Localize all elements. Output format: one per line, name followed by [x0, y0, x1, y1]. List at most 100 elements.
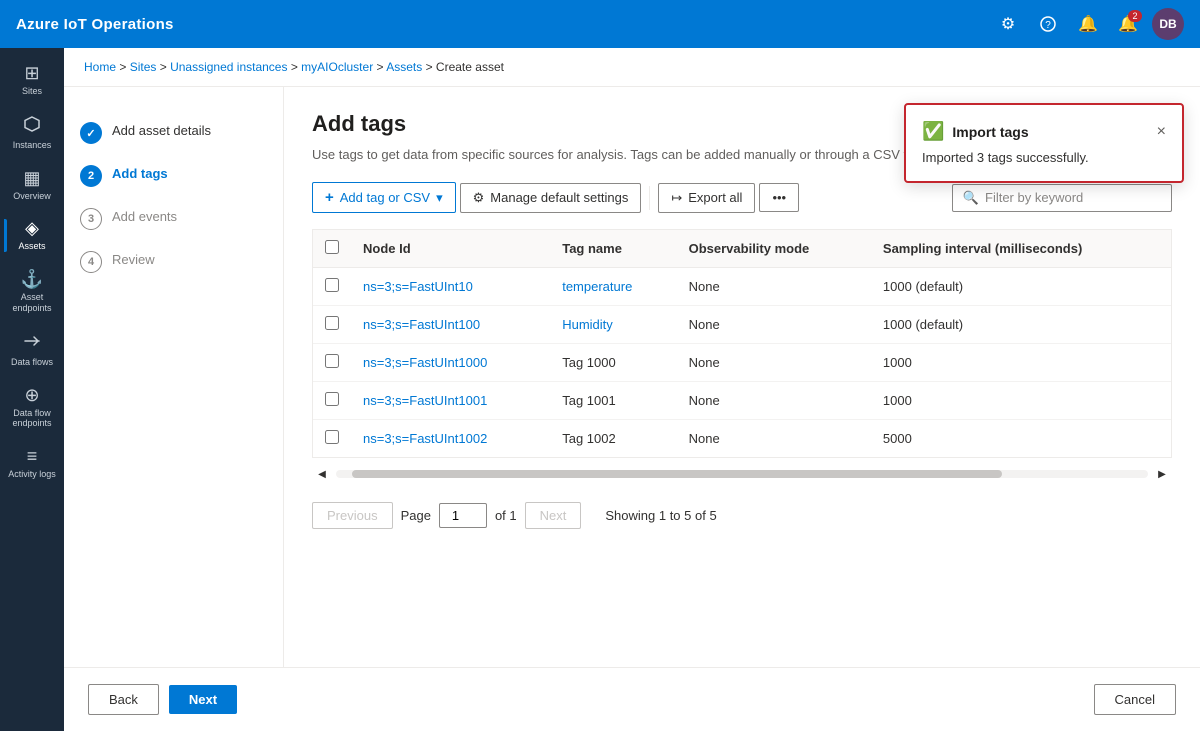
sidebar-label-instances: Instances [13, 140, 52, 151]
notification-count-icon[interactable]: 🔔2 [1112, 8, 1144, 40]
notification-badge: 2 [1128, 10, 1142, 22]
table-row: ns=3;s=FastUInt100 Humidity None 1000 (d… [313, 306, 1171, 344]
scroll-track[interactable] [336, 470, 1148, 478]
sidebar-label-activity-logs: Activity logs [8, 469, 56, 480]
breadcrumb-home[interactable]: Home [84, 60, 116, 74]
app-title: Azure IoT Operations [16, 16, 992, 33]
breadcrumb-sites[interactable]: Sites [130, 60, 157, 74]
tag-name-link-1[interactable]: Humidity [562, 317, 613, 332]
data-flow-endpoints-icon: ⊕ [24, 386, 39, 404]
next-button-bottom[interactable]: Next [169, 685, 237, 714]
filter-input[interactable] [985, 190, 1161, 205]
toast-close-button[interactable]: × [1157, 124, 1166, 140]
row-checkbox-0[interactable] [325, 278, 339, 292]
step-add-tags[interactable]: 2 Add tags [80, 154, 267, 197]
overview-icon: ▦ [23, 169, 40, 187]
node-id-link-2[interactable]: ns=3;s=FastUInt1000 [363, 355, 487, 370]
table-header-row: Node Id Tag name Observability mode Samp… [313, 230, 1171, 268]
previous-button[interactable]: Previous [312, 502, 393, 529]
step-circle-4: 4 [80, 251, 102, 273]
export-icon: ↦ [671, 190, 682, 206]
breadcrumb-unassigned-instances[interactable]: Unassigned instances [170, 60, 287, 74]
sidebar-item-data-flow-endpoints[interactable]: ⊕ Data flow endpoints [4, 378, 60, 438]
sidebar-item-sites[interactable]: ⊞ Sites [4, 56, 60, 105]
step-add-events[interactable]: 3 Add events [80, 197, 267, 240]
manage-settings-button[interactable]: ⚙ Manage default settings [460, 183, 642, 213]
row-tag-name: Humidity [550, 306, 676, 344]
node-id-link-1[interactable]: ns=3;s=FastUInt100 [363, 317, 480, 332]
step-label-4: Review [112, 250, 155, 267]
topbar-icons: ⚙ ? 🔔 🔔2 DB [992, 8, 1184, 40]
row-node-id: ns=3;s=FastUInt1002 [351, 420, 550, 458]
pagination: Previous Page of 1 Next Showing 1 to 5 o… [312, 502, 1172, 529]
topbar: Azure IoT Operations ⚙ ? 🔔 🔔2 DB [0, 0, 1200, 48]
more-icon: ••• [772, 190, 786, 205]
breadcrumb-assets[interactable]: Assets [386, 60, 422, 74]
tags-table: Node Id Tag name Observability mode Samp… [313, 230, 1171, 457]
toast-title: Import tags [952, 124, 1148, 140]
table-row: ns=3;s=FastUInt1002 Tag 1002 None 5000 [313, 420, 1171, 458]
row-sampling-interval: 5000 [871, 420, 1171, 458]
breadcrumb: Home > Sites > Unassigned instances > my… [64, 48, 1200, 87]
breadcrumb-create-asset: Create asset [436, 60, 504, 74]
row-tag-name: Tag 1000 [550, 344, 676, 382]
row-sampling-interval: 1000 [871, 382, 1171, 420]
row-tag-name: temperature [550, 268, 676, 306]
export-all-label: Export all [688, 190, 742, 205]
manage-settings-label: Manage default settings [490, 190, 628, 205]
row-checkbox-4[interactable] [325, 430, 339, 444]
row-checkbox-cell [313, 420, 351, 458]
row-tag-name: Tag 1002 [550, 420, 676, 458]
step-add-asset-details[interactable]: ✓ Add asset details [80, 111, 267, 154]
settings-icon[interactable]: ⚙ [992, 8, 1024, 40]
sidebar-item-overview[interactable]: ▦ Overview [4, 161, 60, 210]
page-input[interactable] [439, 503, 487, 528]
row-checkbox-cell [313, 382, 351, 420]
activity-logs-icon: ≡ [27, 447, 38, 465]
sidebar: ⊞ Sites Instances ▦ Overview ◈ Assets ⚓ … [0, 48, 64, 731]
table-row: ns=3;s=FastUInt1001 Tag 1001 None 1000 [313, 382, 1171, 420]
row-observability-mode: None [677, 344, 871, 382]
sidebar-item-assets[interactable]: ◈ Assets [4, 211, 60, 260]
wizard-steps: ✓ Add asset details 2 Add tags 3 Add eve… [64, 87, 284, 667]
row-checkbox-1[interactable] [325, 316, 339, 330]
node-id-link-4[interactable]: ns=3;s=FastUInt1002 [363, 431, 487, 446]
breadcrumb-cluster[interactable]: myAIOcluster [301, 60, 373, 74]
assets-icon: ◈ [25, 219, 39, 237]
add-tag-csv-button[interactable]: + Add tag or CSV ▾ [312, 182, 456, 213]
node-id-link-0[interactable]: ns=3;s=FastUInt10 [363, 279, 473, 294]
export-all-button[interactable]: ↦ Export all [658, 183, 755, 213]
help-icon[interactable]: ? [1032, 8, 1064, 40]
sidebar-item-asset-endpoints[interactable]: ⚓ Asset endpoints [4, 262, 60, 322]
row-observability-mode: None [677, 382, 871, 420]
step-circle-1: ✓ [80, 122, 102, 144]
sidebar-item-activity-logs[interactable]: ≡ Activity logs [4, 439, 60, 488]
node-id-link-3[interactable]: ns=3;s=FastUInt1001 [363, 393, 487, 408]
step-review[interactable]: 4 Review [80, 240, 267, 283]
toast-body: Imported 3 tags successfully. [922, 150, 1166, 165]
scroll-right-button[interactable]: ▶ [1152, 464, 1172, 484]
row-checkbox-3[interactable] [325, 392, 339, 406]
cancel-button[interactable]: Cancel [1094, 684, 1176, 715]
tag-name-text-4: Tag 1002 [562, 431, 616, 446]
next-button[interactable]: Next [525, 502, 582, 529]
showing-info: Showing 1 to 5 of 5 [605, 508, 716, 523]
sidebar-item-instances[interactable]: Instances [4, 107, 60, 159]
scroll-thumb [352, 470, 1002, 478]
select-all-checkbox[interactable] [325, 240, 339, 254]
toast-header: ✅ Import tags × [922, 121, 1166, 142]
page-label: Page [401, 508, 431, 523]
step-circle-3: 3 [80, 208, 102, 230]
sidebar-item-data-flows[interactable]: Data flows [4, 324, 60, 376]
page-body: ✓ Add asset details 2 Add tags 3 Add eve… [64, 87, 1200, 667]
more-options-button[interactable]: ••• [759, 183, 799, 212]
step-label-2: Add tags [112, 164, 168, 181]
main-content: ✅ Import tags × Imported 3 tags successf… [284, 87, 1200, 667]
step-label-3: Add events [112, 207, 177, 224]
back-button[interactable]: Back [88, 684, 159, 715]
notification-bell-icon[interactable]: 🔔 [1072, 8, 1104, 40]
scroll-left-button[interactable]: ◀ [312, 464, 332, 484]
row-checkbox-2[interactable] [325, 354, 339, 368]
tag-name-link-0[interactable]: temperature [562, 279, 632, 294]
avatar[interactable]: DB [1152, 8, 1184, 40]
